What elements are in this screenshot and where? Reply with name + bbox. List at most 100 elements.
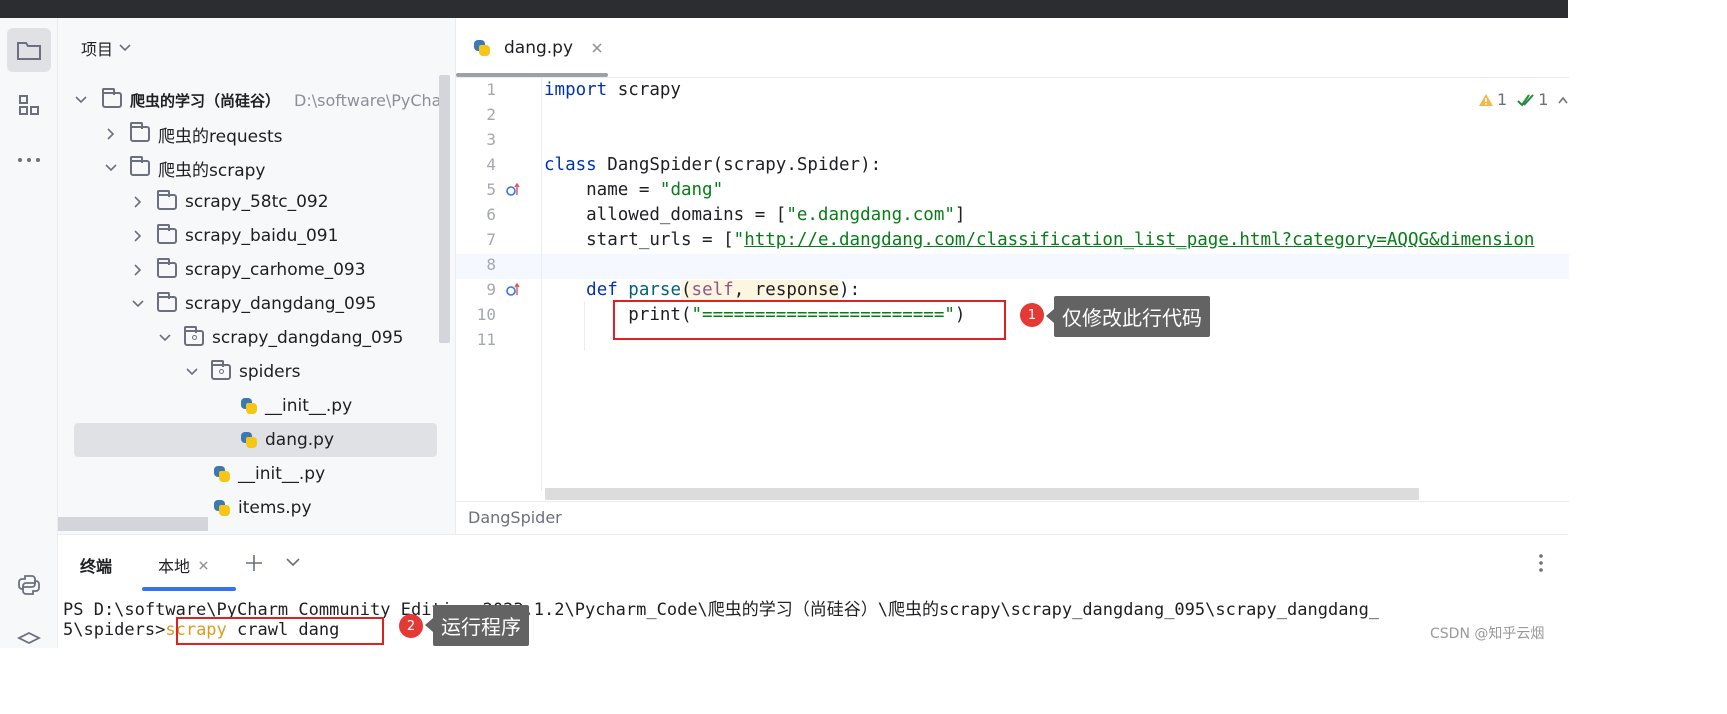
structure-icon [19,95,39,115]
tree-item-baidu[interactable]: scrapy_baidu_091 [74,219,437,253]
highlight-box-command [176,617,384,645]
tree-item-dang-py[interactable]: dang.py [74,423,437,457]
line-number: 4 [486,155,496,174]
layers-tool-button[interactable] [7,618,51,662]
tree-item-carhome[interactable]: scrapy_carhome_093 [74,253,437,287]
folder-icon [130,122,150,142]
checks-count: 1 [1538,90,1549,109]
chevron-right-icon [134,196,142,208]
line-number: 5 [486,180,496,199]
project-panel-header[interactable]: 项目 [81,38,131,59]
package-folder-icon [184,326,204,346]
code-line-1[interactable]: import scrapy [544,78,681,103]
chevron-down-icon [186,368,198,376]
tree-item-label: scrapy_baidu_091 [185,226,339,246]
python-file-icon [239,396,259,416]
tree-item-label: dang.py [265,430,335,450]
editor: dang.py 1 1 1 2 3 4 5 6 7 8 9 10 11 impo… [455,18,1569,534]
active-terminal-tab-indicator [142,587,236,591]
folder-icon [157,190,177,210]
string-literal: " [733,230,745,250]
inspection-widget[interactable]: 1 1 [1478,90,1568,109]
line-number: 10 [476,305,496,324]
tree-item-package-init[interactable]: __init__.py [74,457,437,491]
chevron-down-icon [105,164,117,172]
tree-item-label: scrapy_dangdang_095 [212,328,404,348]
tree-item-dangdang-package[interactable]: scrapy_dangdang_095 [74,321,437,355]
project-tool-button[interactable] [7,28,51,72]
python-console-icon [18,575,40,595]
active-tab-indicator [456,73,608,77]
code-text: ( [680,280,692,300]
python-file-icon [239,430,259,450]
code-line-5[interactable]: name = "dang" [544,178,723,203]
warning-icon [1479,93,1493,106]
line-number: 7 [486,230,496,249]
tree-item-scrapy[interactable]: 爬虫的scrapy [74,151,437,185]
tab-dang-py[interactable]: dang.py [472,36,603,60]
override-marker-icon[interactable] [506,283,520,297]
line-number: 1 [486,80,496,99]
folder-icon [157,292,177,312]
tree-root-path: D:\software\PyCha [294,90,442,110]
editor-gutter: 1 2 3 4 5 6 7 8 9 10 11 [456,78,542,491]
annotation-badge: 2 [399,614,423,638]
python-console-button[interactable] [7,563,51,607]
code-text: start_urls = [ [544,230,734,250]
indent-guide [584,301,585,351]
chevron-right-icon [134,230,142,242]
folder-icon [157,258,177,278]
more-vertical-icon[interactable] [1538,553,1544,573]
url-link[interactable]: http://e.dangdang.com/classification_lis… [744,230,1534,250]
folder-icon [157,224,177,244]
tab-label: dang.py [504,38,574,58]
folder-icon [17,42,41,60]
terminal-tab-local[interactable]: 本地 [158,553,209,577]
chevron-down-icon[interactable] [286,557,300,567]
folder-icon [102,88,122,108]
highlight-box-code-line [613,300,1006,340]
close-icon[interactable] [198,560,209,571]
more-tools-button[interactable] [7,138,51,182]
add-icon[interactable] [244,553,264,573]
tree-item-label: 爬虫的requests [158,126,283,147]
tree-item-requests[interactable]: 爬虫的requests [74,117,437,151]
tree-item-spiders-init[interactable]: __init__.py [74,389,437,423]
terminal-tabs: 终端 本地 [58,535,1568,591]
close-icon[interactable] [591,42,603,54]
project-panel-title: 项目 [81,40,114,59]
watermark: CSDN @知乎云烟 [1430,626,1545,642]
keyword: class [544,155,597,175]
structure-tool-button[interactable] [7,83,51,127]
tool-window-strip [0,18,58,648]
checks-indicator[interactable]: 1 [1517,90,1548,109]
project-vertical-scrollbar[interactable] [439,75,450,343]
warnings-indicator[interactable]: 1 [1478,90,1507,109]
double-check-icon [1517,93,1534,107]
line-number: 3 [486,130,496,149]
tree-root-name: 爬虫的学习（尚硅谷） [130,91,281,110]
string-literal: "dang" [659,180,724,200]
tree-item-dangdang[interactable]: scrapy_dangdang_095 [74,287,437,321]
tree-item-spiders[interactable]: spiders [74,355,437,389]
breadcrumb-item[interactable]: DangSpider [468,508,562,527]
code-line-6[interactable]: allowed_domains = ["e.dangdang.com"] [544,203,965,228]
code-line-4[interactable]: class DangSpider(scrapy.Spider): [544,153,881,178]
tree-root[interactable]: 爬虫的学习（尚硅谷） D:\software\PyCha [74,83,441,117]
project-horizontal-scrollbar[interactable] [58,517,208,531]
code-line-7[interactable]: start_urls = ["http://e.dangdang.com/cla… [544,228,1534,253]
chevron-down-icon [119,44,131,52]
line-number: 11 [476,330,496,349]
tree-item-label: __init__.py [265,396,353,416]
terminal-tab-label: 本地 [158,557,191,576]
editor-horizontal-scrollbar[interactable] [545,488,1419,500]
override-marker-icon[interactable] [506,183,520,197]
tree-item-label: 爬虫的scrapy [158,160,266,181]
chevron-down-icon [159,334,171,342]
breadcrumb[interactable]: DangSpider [456,501,1569,534]
tree-item-label: items.py [238,498,312,518]
code-text: DangSpider(scrapy.Spider): [596,155,882,175]
tree-item-58tc[interactable]: scrapy_58tc_092 [74,185,437,219]
chevron-up-icon[interactable] [1558,96,1568,104]
